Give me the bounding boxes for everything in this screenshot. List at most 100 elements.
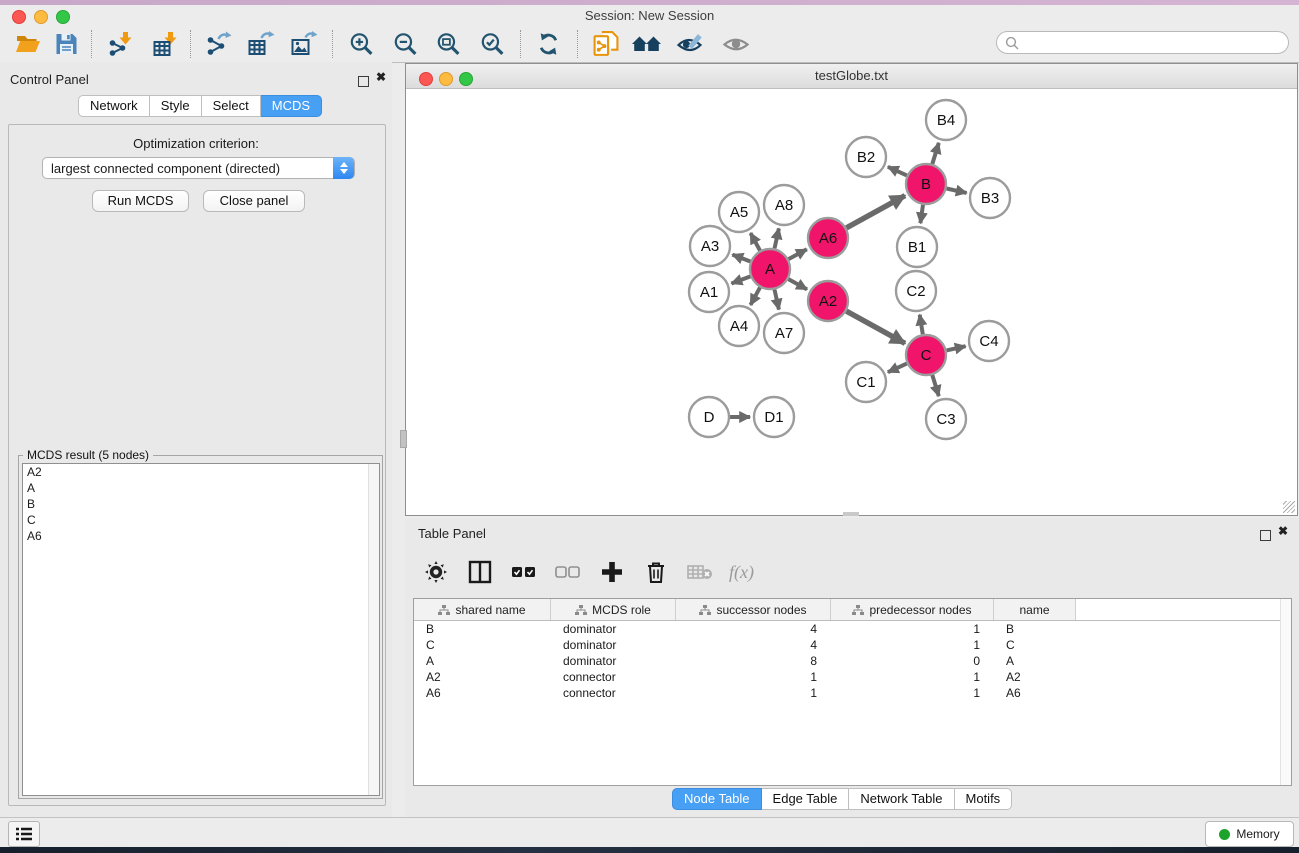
table-cell[interactable]: connector [551,686,676,700]
network-graph[interactable]: B4B2BB3A8A5A6A3B1AA1C2A2A4A7C4CC1C3DD1 [406,88,1297,515]
graph-node-A3[interactable]: A3 [690,226,730,266]
tab-network[interactable]: Network [78,95,150,117]
graph-node-C2[interactable]: C2 [896,271,936,311]
column-header[interactable]: MCDS role [551,599,676,620]
graph-edge-B-B4[interactable] [932,143,939,164]
graph-edge-B-B2[interactable] [888,167,907,176]
table-row[interactable]: Bdominator41B [414,621,1291,637]
save-session-button[interactable] [48,29,84,59]
table-cell[interactable]: 0 [831,654,994,668]
tab-network-table[interactable]: Network Table [849,788,954,810]
task-history-button[interactable] [8,821,40,847]
table-cell[interactable]: 4 [676,622,831,636]
graph-node-A7[interactable]: A7 [764,313,804,353]
import-table-button[interactable] [148,29,184,59]
network-from-selection-button[interactable] [588,29,624,59]
tab-node-table[interactable]: Node Table [672,788,762,810]
tab-mcds[interactable]: MCDS [261,95,322,117]
graph-node-B1[interactable]: B1 [897,227,937,267]
graph-edge-A-A7[interactable] [775,290,779,310]
show-columns-button[interactable] [465,559,495,585]
graph-edge-C-C2[interactable] [920,315,923,335]
column-header[interactable]: shared name [414,599,551,620]
table-settings-button[interactable] [421,559,451,585]
export-network-button[interactable] [201,29,237,59]
graph-node-A8[interactable]: A8 [764,185,804,225]
import-network-button[interactable] [103,29,139,59]
table-cell[interactable]: dominator [551,638,676,652]
search-input[interactable] [1019,35,1273,51]
table-panel-float-button[interactable] [1260,528,1271,546]
graph-node-B3[interactable]: B3 [970,178,1010,218]
tab-select[interactable]: Select [202,95,261,117]
search-field[interactable] [996,31,1289,54]
delete-column-button[interactable] [641,559,671,585]
mcds-result-list[interactable]: A2ABCA6 [22,463,380,796]
table-row[interactable]: A6connector11A6 [414,685,1291,701]
table-cell[interactable]: dominator [551,654,676,668]
table-cell[interactable]: connector [551,670,676,684]
table-row[interactable]: Cdominator41C [414,637,1291,653]
table-cell[interactable]: 1 [831,638,994,652]
mcds-result-item[interactable]: A2 [23,464,379,480]
control-panel-float-button[interactable] [358,74,369,92]
table-cell[interactable]: 1 [831,670,994,684]
table-cell[interactable]: 1 [676,670,831,684]
table-cell[interactable]: B [994,622,1076,636]
refresh-layout-button[interactable] [530,29,566,59]
tab-edge-table[interactable]: Edge Table [762,788,850,810]
table-cell[interactable]: dominator [551,622,676,636]
column-header[interactable]: predecessor nodes [831,599,994,620]
graph-node-C4[interactable]: C4 [969,321,1009,361]
graph-node-A2[interactable]: A2 [808,281,848,321]
graph-node-B2[interactable]: B2 [846,137,886,177]
zoom-in-button[interactable] [343,29,379,59]
memory-button[interactable]: Memory [1205,821,1294,847]
function-builder-button[interactable]: f(x) [729,562,754,583]
run-mcds-button[interactable]: Run MCDS [92,190,189,212]
graph-node-A[interactable]: A [750,249,790,289]
table-row[interactable]: A2connector11A2 [414,669,1291,685]
export-table-button[interactable] [243,29,279,59]
table-row[interactable]: Adominator80A [414,653,1291,669]
column-header[interactable]: successor nodes [676,599,831,620]
tab-motifs[interactable]: Motifs [955,788,1013,810]
toggle-visibility-button[interactable] [672,29,708,59]
table-cell[interactable]: A6 [414,686,551,700]
graph-edge-A-A1[interactable] [732,276,751,283]
graph-edge-C-C1[interactable] [888,364,907,373]
select-all-button[interactable] [509,559,539,585]
graph-edge-C-C4[interactable] [947,346,966,350]
deselect-all-button[interactable] [553,559,583,585]
graph-edge-A-A6[interactable] [789,249,807,259]
mcds-result-item[interactable]: A6 [23,528,379,544]
graph-node-D1[interactable]: D1 [754,397,794,437]
graph-edge-A6-B[interactable] [846,196,905,228]
table-cell[interactable]: 1 [676,686,831,700]
table-cell[interactable]: 1 [831,686,994,700]
tab-style[interactable]: Style [150,95,202,117]
graph-node-C1[interactable]: C1 [846,362,886,402]
table-cell[interactable]: B [414,622,551,636]
graph-node-A6[interactable]: A6 [808,218,848,258]
add-column-button[interactable] [597,559,627,585]
graph-edge-A-A2[interactable] [788,279,807,289]
graph-node-D[interactable]: D [689,397,729,437]
mcds-result-item[interactable]: B [23,496,379,512]
zoom-out-button[interactable] [387,29,423,59]
delete-table-button[interactable] [685,559,715,585]
table-cell[interactable]: C [414,638,551,652]
graph-node-C3[interactable]: C3 [926,399,966,439]
graph-edge-A-A4[interactable] [751,287,761,305]
graph-node-A1[interactable]: A1 [689,272,729,312]
graph-node-A4[interactable]: A4 [719,306,759,346]
graph-edge-B-B1[interactable] [920,205,923,223]
criterion-select[interactable]: largest connected component (directed) [42,157,355,179]
table-cell[interactable]: A2 [414,670,551,684]
resize-grip-icon[interactable] [1283,501,1295,513]
table-cell[interactable]: A2 [994,670,1076,684]
table-scrollbar[interactable] [1280,599,1291,785]
zoom-selected-button[interactable] [474,29,510,59]
graph-edge-A2-C[interactable] [846,311,905,343]
table-cell[interactable]: A [994,654,1076,668]
